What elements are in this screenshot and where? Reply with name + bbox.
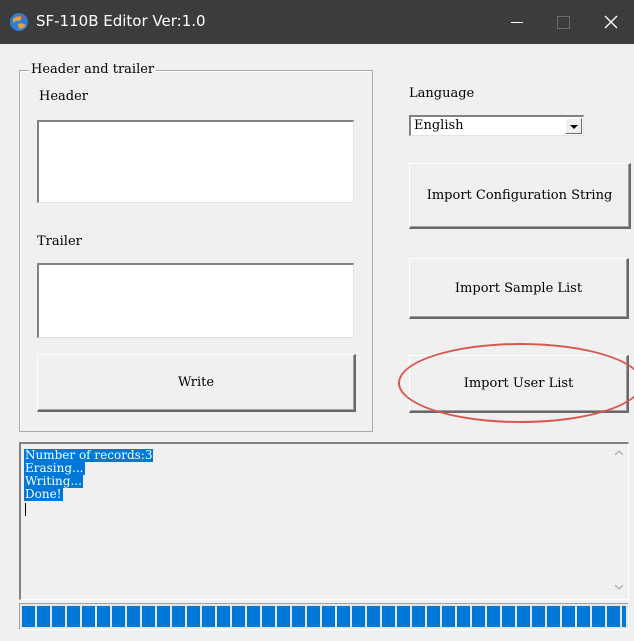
language-select[interactable]: English — [409, 115, 584, 136]
language-selected-value: English — [414, 118, 464, 133]
window-title: SF-110B Editor Ver:1.0 — [36, 12, 206, 30]
language-label: Language — [409, 86, 475, 101]
trailer-textarea[interactable] — [37, 263, 354, 338]
maximize-button[interactable] — [540, 0, 586, 44]
text-caret — [25, 503, 26, 516]
log-lines: Number of records:3 Erasing... Writing..… — [24, 449, 608, 501]
vertical-scrollbar[interactable] — [610, 444, 628, 599]
title-bar[interactable]: SF-110B Editor Ver:1.0 — [0, 0, 634, 44]
scroll-up-icon[interactable] — [615, 450, 623, 455]
log-line: Done! — [24, 487, 63, 501]
import-configuration-string-button[interactable]: Import Configuration String — [409, 163, 631, 229]
chevron-down-icon[interactable] — [565, 118, 582, 134]
close-button[interactable] — [588, 0, 634, 44]
import-sample-list-button[interactable]: Import Sample List — [409, 258, 629, 319]
scroll-down-icon[interactable] — [615, 585, 623, 590]
header-label: Header — [39, 89, 89, 104]
close-icon — [604, 15, 618, 29]
progress-bar — [19, 603, 629, 630]
header-textarea[interactable] — [37, 120, 354, 203]
write-button[interactable]: Write — [37, 354, 356, 412]
progress-fill — [22, 606, 626, 627]
app-logo-icon — [10, 13, 28, 31]
annotation-ellipse — [398, 343, 634, 423]
group-title: Header and trailer — [29, 62, 157, 77]
log-output[interactable]: Number of records:3 Erasing... Writing..… — [19, 442, 629, 600]
minimize-button[interactable] — [494, 0, 540, 44]
trailer-label: Trailer — [37, 234, 82, 249]
app-window: SF-110B Editor Ver:1.0 Header and traile… — [0, 0, 634, 641]
